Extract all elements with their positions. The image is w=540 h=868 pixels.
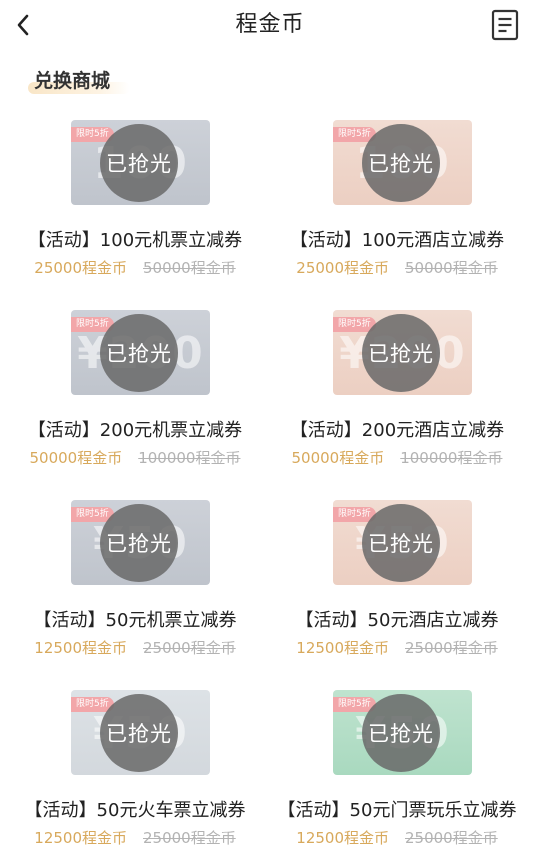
sold-out-badge: 已抢光 [100, 694, 178, 772]
current-price: 25000程金币 [296, 259, 389, 277]
sold-out-badge: 已抢光 [362, 124, 440, 202]
current-price: 25000程金币 [34, 259, 127, 277]
document-list-icon [491, 9, 519, 41]
current-price: 12500程金币 [34, 639, 127, 657]
top-bar: 程金币 [0, 0, 540, 50]
sold-out-label: 已抢光 [368, 532, 434, 556]
product-card[interactable]: 限时5折 ¥50 已抢光 【活动】50元火车票立减券 12500程金币25000… [0, 690, 270, 868]
product-card[interactable]: 限时5折 100 已抢光 【活动】100元机票立减券 25000程金币50000… [0, 120, 270, 310]
price-row: 12500程金币 25000程金币 [0, 637, 270, 658]
records-button[interactable] [490, 9, 520, 41]
product-card[interactable]: 限时5折 100 已抢光 【活动】100元酒店立减券 25000程金币50000… [262, 120, 532, 310]
sold-out-label: 已抢光 [368, 152, 434, 176]
sold-out-label: 已抢光 [106, 722, 172, 746]
sold-out-badge: 已抢光 [362, 694, 440, 772]
price-row: 50000程金币 100000程金币 [262, 447, 532, 468]
price-row: 50000程金币 100000程金币 [0, 447, 270, 468]
page-title: 程金币 [235, 12, 305, 37]
product-card[interactable]: 限时5折 ¥200 已抢光 【活动】200元酒店立减券 50000程金币1000… [262, 310, 532, 500]
price-row: 12500程金币 25000程金币 [262, 637, 532, 658]
current-price: 12500程金币 [296, 829, 389, 847]
sold-out-badge: 已抢光 [100, 504, 178, 582]
product-card[interactable]: 限时5折 ¥50 已抢光 【活动】50元酒店立减券 12500程金币25000程… [262, 500, 532, 690]
current-price: 12500程金币 [34, 829, 127, 847]
original-price: 25000程金币 [143, 829, 236, 847]
current-price: 50000程金币 [291, 449, 385, 467]
price-row: 12500程金币 25000程金币 [0, 827, 270, 848]
original-price: 50000程金币 [143, 259, 236, 277]
sold-out-badge: 已抢光 [100, 314, 178, 392]
original-price: 25000程金币 [405, 639, 498, 657]
sold-out-label: 已抢光 [106, 152, 172, 176]
original-price: 50000程金币 [405, 259, 498, 277]
product-title: 【活动】50元机票立减券 [33, 610, 237, 631]
product-title: 【活动】50元门票玩乐立减券 [277, 800, 517, 821]
sold-out-badge: 已抢光 [100, 124, 178, 202]
current-price: 50000程金币 [29, 449, 123, 467]
original-price: 100000程金币 [138, 449, 241, 467]
sold-out-badge: 已抢光 [362, 504, 440, 582]
sold-out-label: 已抢光 [368, 342, 434, 366]
product-title: 【活动】200元机票立减券 [27, 420, 243, 441]
sold-out-label: 已抢光 [106, 532, 172, 556]
current-price: 12500程金币 [296, 639, 389, 657]
original-price: 25000程金币 [143, 639, 236, 657]
price-row: 25000程金币 50000程金币 [262, 257, 532, 278]
sold-out-label: 已抢光 [368, 722, 434, 746]
product-card[interactable]: 限时5折 ¥50 已抢光 【活动】50元机票立减券 12500程金币25000程… [0, 500, 270, 690]
product-title: 【活动】100元机票立减券 [27, 230, 243, 251]
original-price: 100000程金币 [400, 449, 503, 467]
sold-out-label: 已抢光 [106, 342, 172, 366]
product-title: 【活动】50元酒店立减券 [295, 610, 499, 631]
sold-out-badge: 已抢光 [362, 314, 440, 392]
price-row: 12500程金币 25000程金币 [262, 827, 532, 848]
product-title: 【活动】200元酒店立减券 [289, 420, 505, 441]
product-card[interactable]: 限时5折 ¥200 已抢光 【活动】200元机票立减券 50000程金币1000… [0, 310, 270, 500]
section-title: 兑换商城 [34, 70, 111, 92]
product-card[interactable]: 限时5折 ¥50 已抢光 【活动】50元门票玩乐立减券 12500程金币2500… [262, 690, 532, 868]
product-title: 【活动】100元酒店立减券 [289, 230, 505, 251]
product-title: 【活动】50元火车票立减券 [24, 800, 246, 821]
price-row: 25000程金币 50000程金币 [0, 257, 270, 278]
original-price: 25000程金币 [405, 829, 498, 847]
